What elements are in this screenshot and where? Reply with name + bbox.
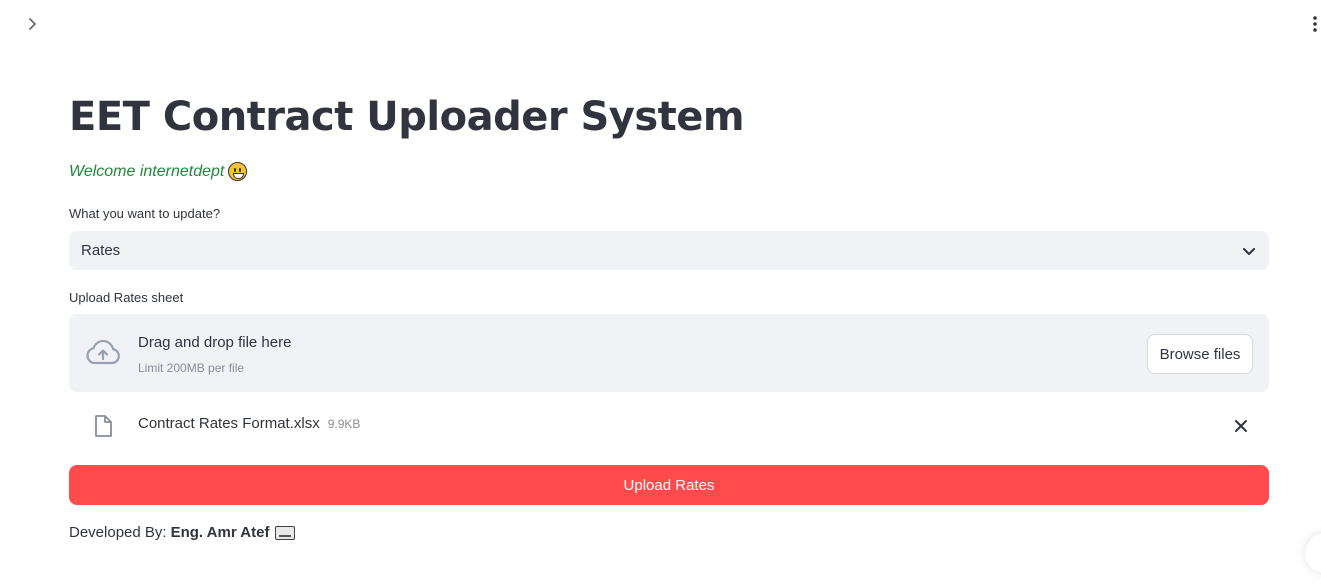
- chevron-down-icon: [1241, 243, 1257, 259]
- welcome-text: Welcome internetdept: [69, 162, 225, 180]
- footer-credit: Developed By: Eng. Amr Atef: [69, 524, 296, 541]
- dropzone-title: Drag and drop file here: [138, 334, 292, 351]
- cloud-upload-icon: [85, 339, 121, 366]
- file-dropzone[interactable]: Drag and drop file here Limit 200MB per …: [69, 314, 1269, 392]
- smile-emoji-icon: [228, 162, 248, 181]
- file-info: Contract Rates Format.xlsx 9.9KB: [138, 415, 360, 432]
- select-label: What you want to update?: [69, 206, 221, 221]
- close-icon[interactable]: [1231, 416, 1251, 436]
- update-type-select[interactable]: Rates: [69, 231, 1269, 270]
- footer-prefix: Developed By:: [69, 524, 167, 541]
- uploaded-file-row: Contract Rates Format.xlsx 9.9KB: [69, 404, 1269, 446]
- welcome-message: Welcome internetdept: [69, 162, 248, 181]
- file-icon: [93, 414, 113, 438]
- chevron-right-icon[interactable]: [20, 12, 44, 36]
- file-name: Contract Rates Format.xlsx: [138, 415, 320, 432]
- keyboard-icon: [275, 525, 296, 540]
- dropzone-limit: Limit 200MB per file: [138, 361, 245, 375]
- kebab-menu-icon[interactable]: [1309, 12, 1321, 36]
- status-widget[interactable]: [1305, 533, 1321, 573]
- upload-rates-button[interactable]: Upload Rates: [69, 465, 1269, 505]
- app-page: EET Contract Uploader System Welcome int…: [0, 0, 1321, 585]
- file-size: 9.9KB: [327, 417, 361, 431]
- browse-files-button[interactable]: Browse files: [1147, 334, 1253, 374]
- page-title: EET Contract Uploader System: [69, 94, 745, 140]
- footer-author: Eng. Amr Atef: [170, 524, 270, 541]
- select-value: Rates: [81, 242, 121, 259]
- upload-label: Upload Rates sheet: [69, 290, 184, 305]
